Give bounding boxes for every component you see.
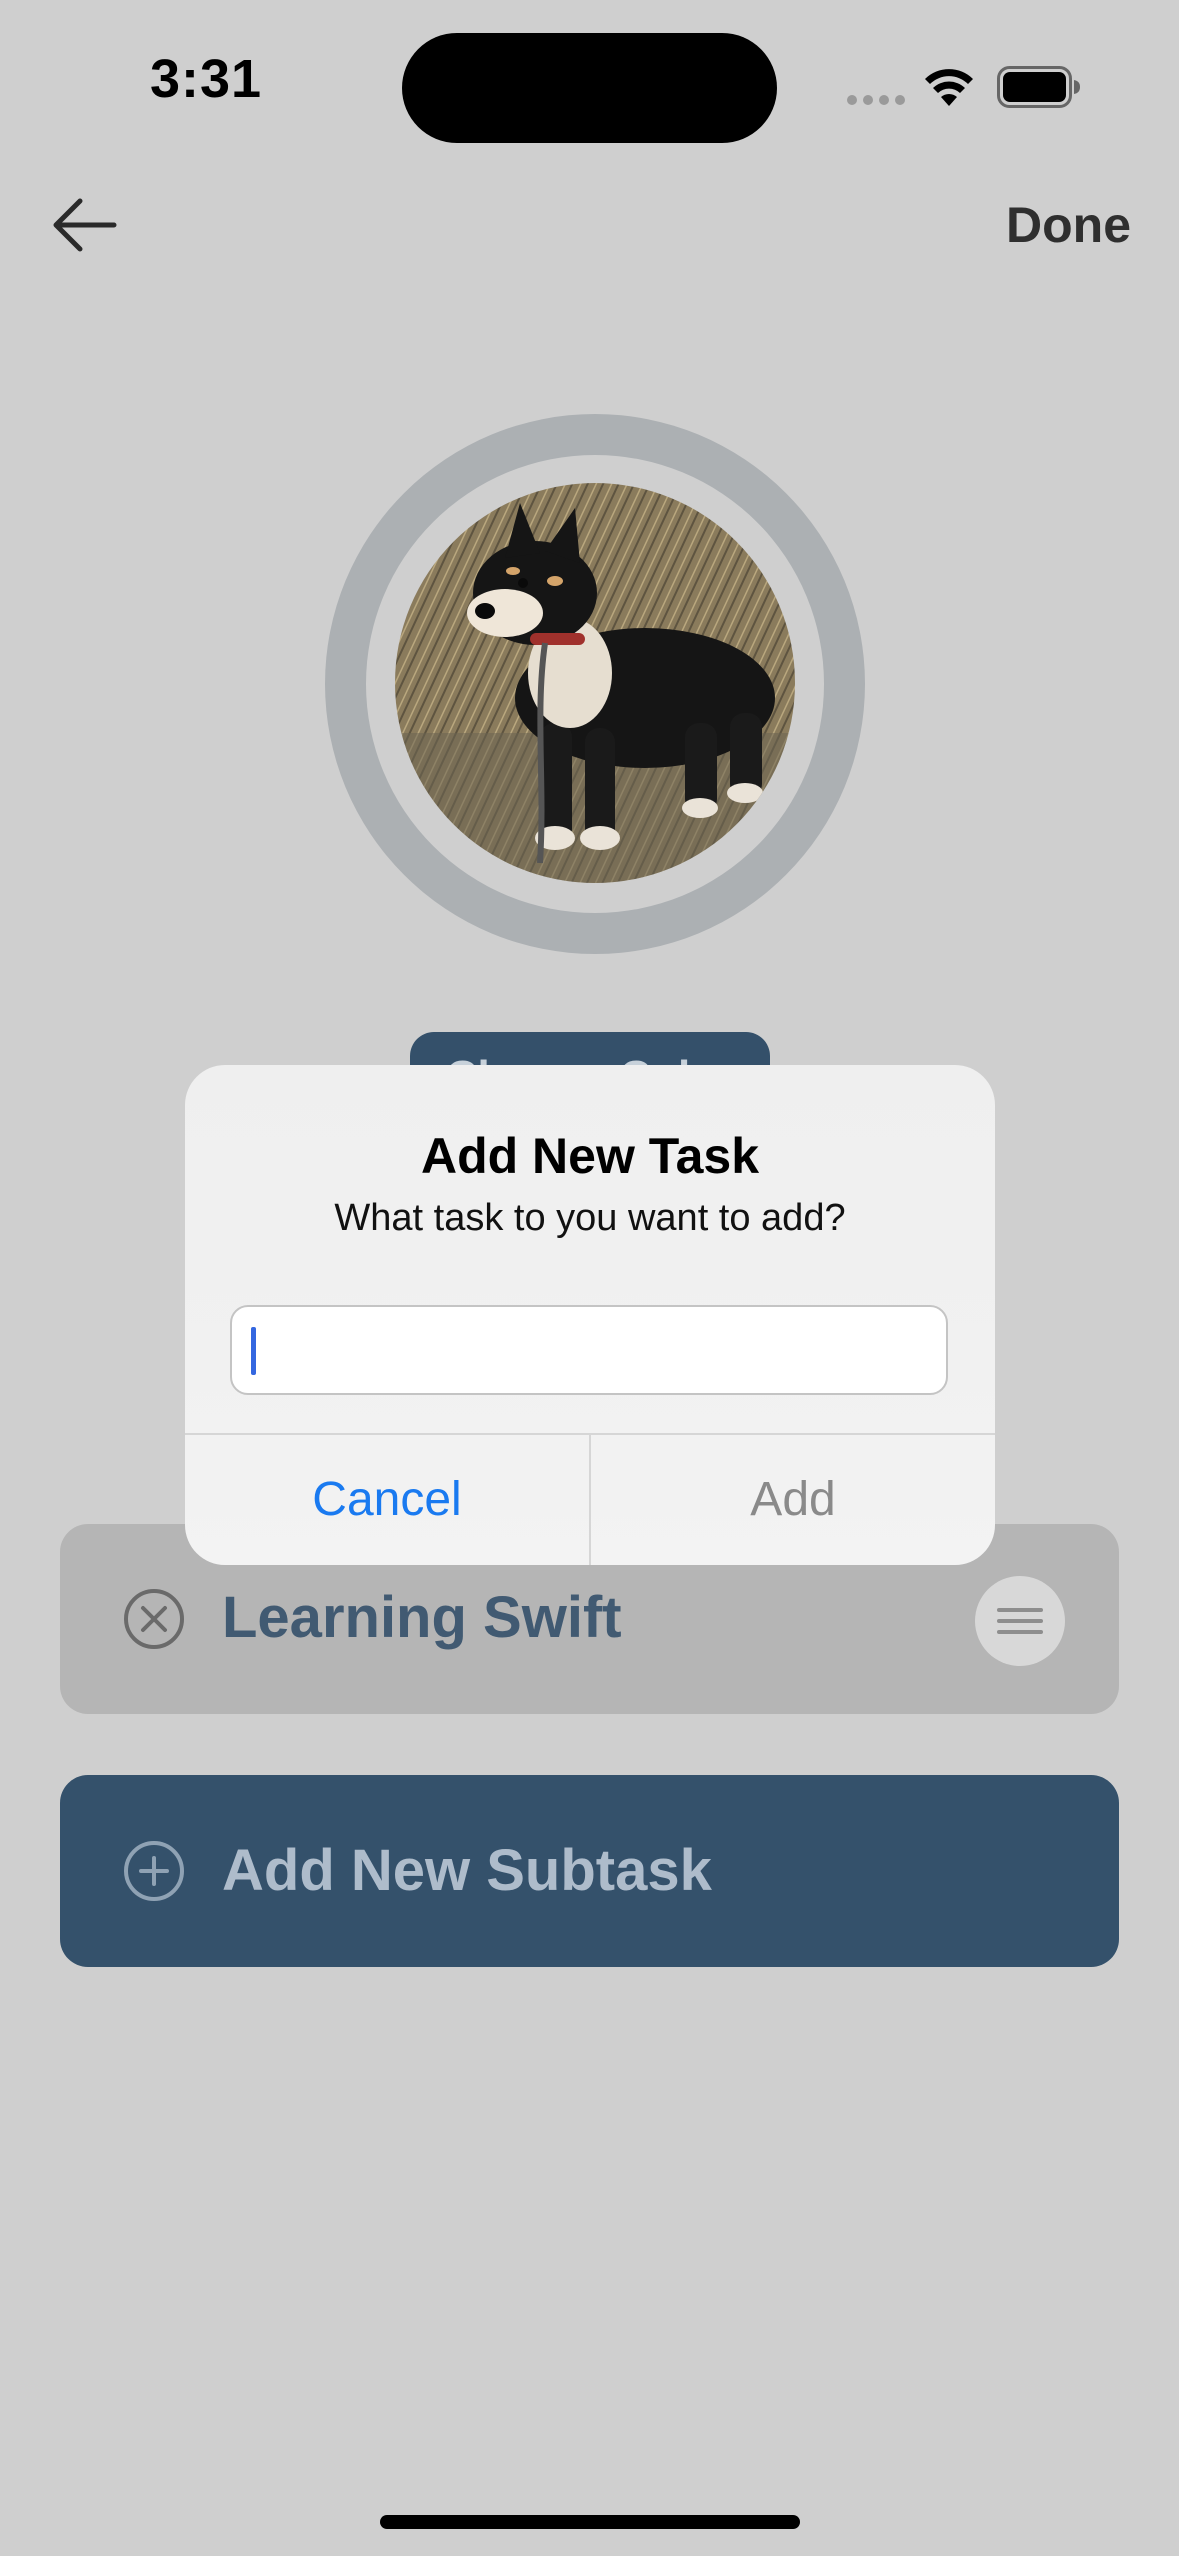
avatar[interactable] xyxy=(395,483,795,883)
alert-title: Add New Task xyxy=(420,1128,760,1184)
remove-circle-icon[interactable] xyxy=(123,1588,185,1650)
add-subtask-button[interactable]: Add New Subtask xyxy=(60,1775,1119,1967)
done-button[interactable]: Done xyxy=(1006,196,1131,254)
add-subtask-label: Add New Subtask xyxy=(222,1838,712,1903)
battery-icon xyxy=(997,66,1080,108)
status-time: 3:31 xyxy=(150,49,263,109)
drag-handle-icon[interactable] xyxy=(975,1576,1065,1666)
add-task-alert: Add New Task What task to you want to ad… xyxy=(185,1065,995,1565)
dog-photo xyxy=(395,483,795,883)
task-name-input[interactable] xyxy=(230,1305,948,1395)
subtask-label[interactable]: Learning Swift xyxy=(222,1584,622,1651)
arrow-left-icon xyxy=(53,198,117,252)
text-caret xyxy=(251,1327,256,1375)
alert-message: What task to you want to add? xyxy=(334,1197,846,1239)
dynamic-island xyxy=(402,33,777,143)
plus-circle-icon xyxy=(124,1841,184,1901)
cancel-button[interactable]: Cancel xyxy=(185,1435,589,1565)
back-button[interactable] xyxy=(48,190,128,260)
wifi-icon xyxy=(925,69,973,106)
add-button[interactable]: Add xyxy=(591,1435,995,1565)
signal-dots-icon xyxy=(847,95,905,105)
screen: 3:31 Done Learning Swift Add New Subtask… xyxy=(0,0,1179,2556)
home-indicator[interactable] xyxy=(380,2515,800,2529)
